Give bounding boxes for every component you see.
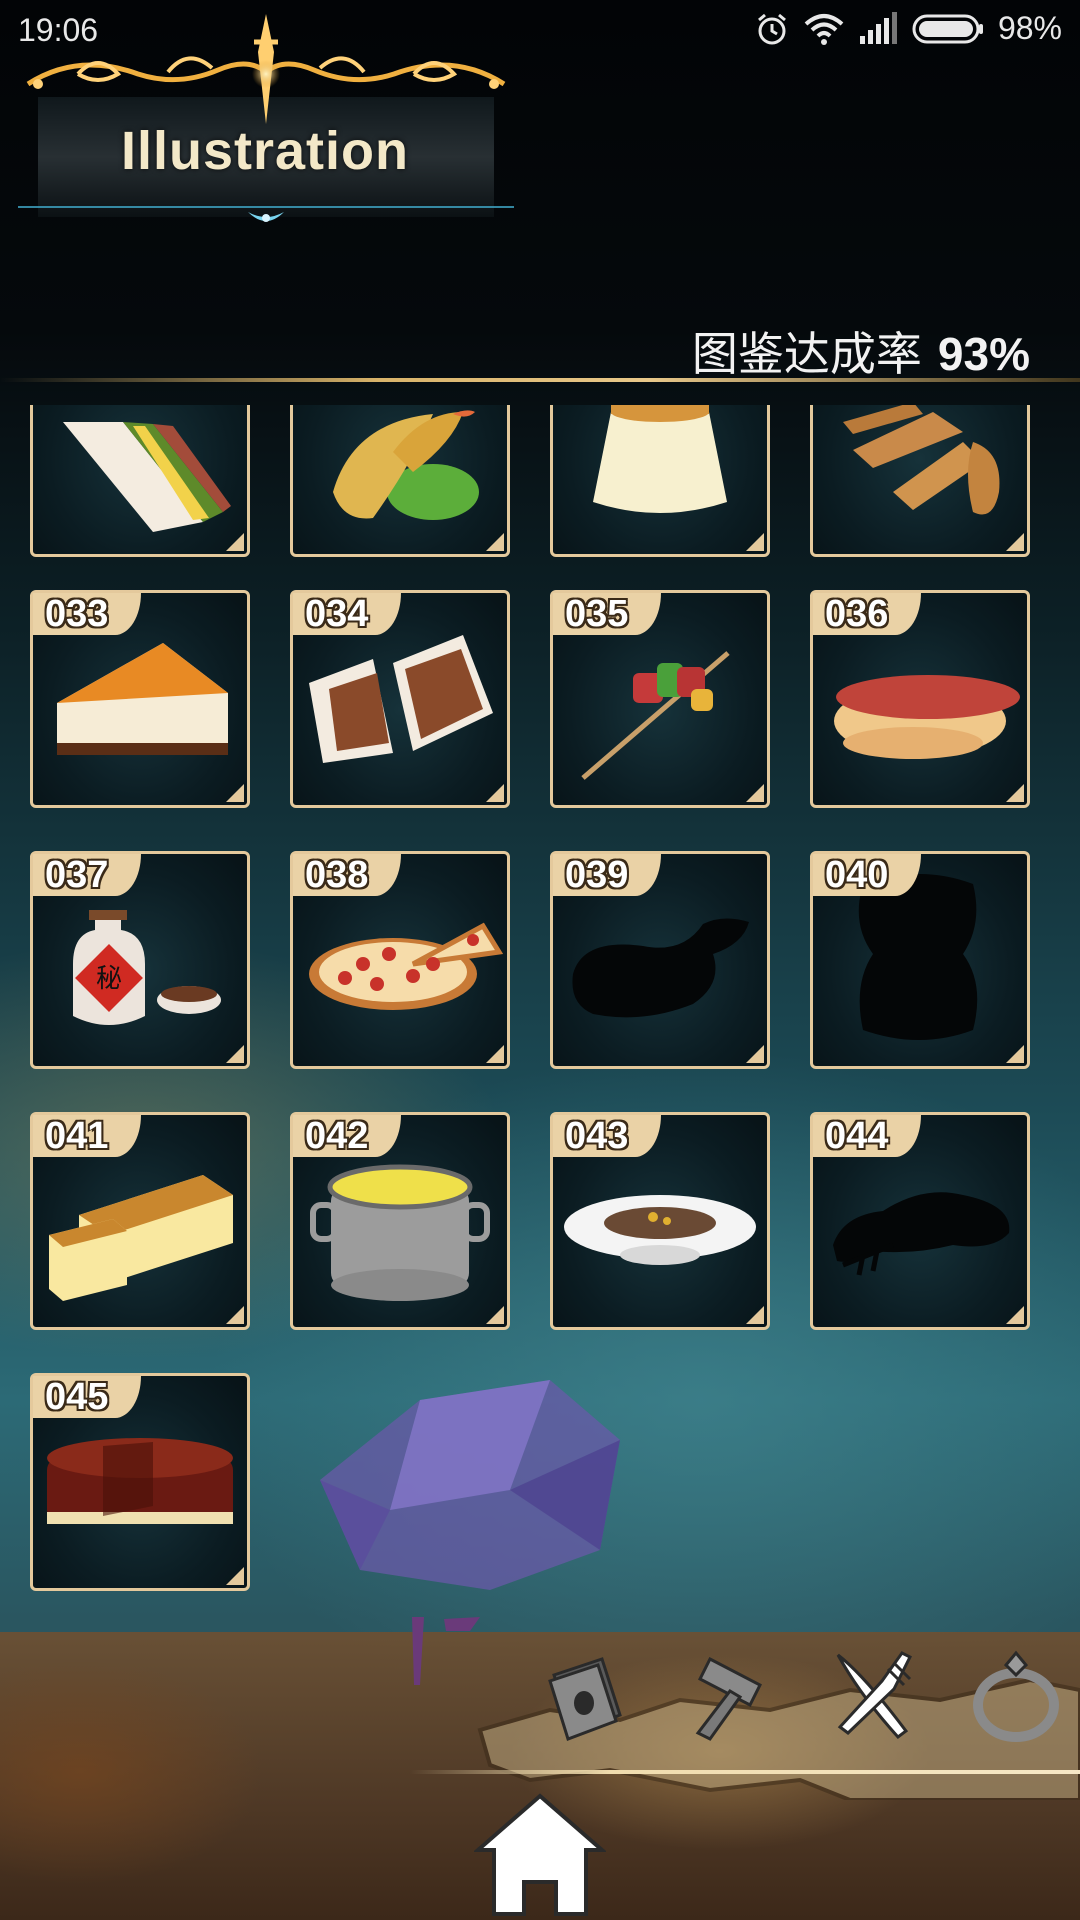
card-corner-mark: [746, 1045, 764, 1063]
card-corner-mark: [1006, 784, 1024, 802]
card-number: 034: [293, 593, 401, 635]
ring-icon[interactable]: [966, 1645, 1066, 1745]
card-number: 045: [33, 1376, 141, 1418]
signal-icon: [859, 11, 897, 44]
nav-divider: [410, 1770, 1080, 1774]
card-number: 036: [813, 593, 921, 635]
collection-card[interactable]: 042: [290, 1112, 510, 1330]
battery-percent: 98%: [997, 10, 1062, 46]
pudding-image: [593, 405, 727, 513]
card-corner-mark: [746, 784, 764, 802]
fork-knife-icon[interactable]: [824, 1645, 924, 1745]
card-number: 041: [33, 1115, 141, 1157]
card-corner-mark: [486, 1045, 504, 1063]
collection-card[interactable]: 034: [290, 590, 510, 808]
card-number: 039: [553, 854, 661, 896]
card-corner-mark: [1006, 1045, 1024, 1063]
card-corner-mark: [226, 1567, 244, 1585]
svg-text:秘: 秘: [96, 964, 122, 994]
alarm-icon: [757, 13, 786, 44]
collection-card[interactable]: 045: [30, 1373, 250, 1591]
completion-value: 93%: [937, 328, 1030, 380]
collection-card[interactable]: 043: [550, 1112, 770, 1330]
home-icon[interactable]: [474, 1790, 606, 1920]
completion-rate: 图鉴达成率 93%: [692, 318, 1030, 384]
collection-card[interactable]: 040: [810, 851, 1030, 1069]
collection-card[interactable]: 035: [550, 590, 770, 808]
collection-card[interactable]: [290, 405, 510, 557]
collection-card[interactable]: [550, 405, 770, 557]
hammer-icon[interactable]: [680, 1645, 780, 1745]
card-number: 033: [33, 593, 141, 635]
collection-grid[interactable]: 033 034 035 036 秘 037 038 039 040 041 04…: [0, 405, 1080, 1632]
card-number: 044: [813, 1115, 921, 1157]
collection-card[interactable]: [30, 405, 250, 557]
completion-label: 图鉴达成率: [691, 328, 922, 380]
book-icon[interactable]: [536, 1645, 636, 1745]
fried-shrimp-image: [333, 410, 479, 520]
page-title: Illustration: [120, 121, 409, 181]
sandwich-image: [63, 422, 231, 532]
card-number: 038: [293, 854, 401, 896]
card-number: 043: [553, 1115, 661, 1157]
collection-card[interactable]: 044: [810, 1112, 1030, 1330]
card-corner-mark: [1006, 533, 1024, 551]
card-corner-mark: [486, 784, 504, 802]
card-corner-mark: [486, 533, 504, 551]
collection-card[interactable]: 039: [550, 851, 770, 1069]
card-corner-mark: [746, 533, 764, 551]
collection-card[interactable]: [810, 405, 1030, 557]
card-number: 037: [33, 854, 141, 896]
collection-card[interactable]: 秘 037: [30, 851, 250, 1069]
card-corner-mark: [226, 533, 244, 551]
status-icons: 98%: [754, 10, 1062, 47]
card-corner-mark: [226, 784, 244, 802]
card-corner-mark: [1006, 1306, 1024, 1324]
collection-card[interactable]: 033: [30, 590, 250, 808]
card-number: 040: [813, 854, 921, 896]
card-corner-mark: [226, 1306, 244, 1324]
card-number: 035: [553, 593, 661, 635]
card-corner-mark: [746, 1306, 764, 1324]
wifi-icon: [804, 13, 844, 45]
header-divider: [0, 378, 1080, 382]
card-corner-mark: [226, 1045, 244, 1063]
card-number: 042: [293, 1115, 401, 1157]
battery-icon: [912, 14, 983, 43]
collection-card[interactable]: 041: [30, 1112, 250, 1330]
potato-wedges-image: [843, 405, 1000, 515]
collection-card[interactable]: 036: [810, 590, 1030, 808]
collection-card[interactable]: 038: [290, 851, 510, 1069]
card-corner-mark: [486, 1306, 504, 1324]
